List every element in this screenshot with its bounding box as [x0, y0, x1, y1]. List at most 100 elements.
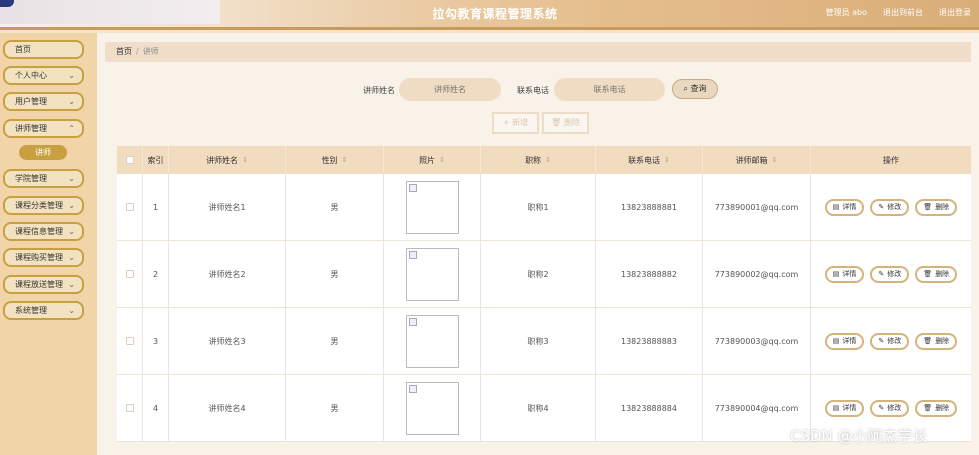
sidebar-item-system[interactable]: 系统管理 ⌄ — [3, 301, 84, 320]
column-index: 索引 — [143, 146, 169, 174]
row-checkbox-cell — [117, 174, 143, 240]
cell-phone: 13823888884 — [596, 375, 703, 441]
phone-input[interactable] — [554, 78, 665, 101]
sidebar-item-label: 用户管理 — [15, 97, 47, 106]
sidebar-item-course-purchase[interactable]: 课程购买管理 ⌄ — [3, 248, 84, 267]
table-header: 索引 讲师姓名 ⇕ 性别 ⇕ 照片 ⇕ 职称 ⇕ 联系电话 ⇕ 讲师邮箱 ⇕ 操作 — [117, 146, 971, 174]
edit-button[interactable]: ✎ 修改 — [870, 399, 910, 417]
chevron-down-icon: ⌄ — [68, 280, 75, 289]
phone-label: 联系电话 — [517, 86, 549, 95]
column-phone[interactable]: 联系电话 ⇕ — [596, 146, 703, 174]
exit-front-link[interactable]: 退出到前台 — [883, 7, 923, 18]
cell-gender: 男 — [286, 174, 384, 240]
delete-button[interactable]: 🗑 删除 — [915, 265, 958, 283]
detail-label: 详情 — [842, 270, 857, 278]
column-label: 讲师姓名 — [206, 155, 239, 165]
add-button[interactable]: + 新增 — [492, 112, 539, 134]
column-title[interactable]: 职称 ⇕ — [481, 146, 596, 174]
breadcrumb-current: 讲师 — [142, 47, 159, 56]
breadcrumb-separator: / — [136, 47, 139, 56]
column-gender[interactable]: 性别 ⇕ — [286, 146, 384, 174]
row-checkbox[interactable] — [125, 270, 134, 278]
teacher-photo — [405, 180, 459, 234]
delete-label: 删除 — [935, 270, 950, 278]
sidebar-subitem-teacher[interactable]: 讲师 — [19, 145, 67, 160]
delete-button[interactable]: 🗑 删除 — [915, 332, 958, 350]
sidebar-item-teachers[interactable]: 讲师管理 ⌃ — [3, 119, 84, 138]
sidebar-item-profile[interactable]: 个人中心 ⌄ — [3, 66, 84, 85]
top-header: 拉勾教育课程管理系统 管理员 abo 退出到前台 退出登录 — [0, 0, 979, 30]
select-all-checkbox[interactable] — [125, 156, 134, 164]
trash-icon: 🗑 — [923, 337, 933, 345]
chevron-down-icon: ⌄ — [68, 306, 75, 315]
broken-image-icon — [408, 183, 417, 192]
cell-name: 讲师姓名2 — [169, 241, 286, 307]
trash-icon: 🗑 — [923, 270, 933, 278]
column-name[interactable]: 讲师姓名 ⇕ — [169, 146, 286, 174]
edit-icon: ✎ — [878, 270, 885, 278]
teacher-name-label: 讲师姓名 — [363, 86, 395, 95]
logout-link[interactable]: 退出登录 — [939, 7, 971, 18]
logo — [0, 0, 220, 24]
edit-label: 修改 — [887, 404, 902, 412]
row-checkbox[interactable] — [125, 404, 134, 412]
cell-gender: 男 — [286, 308, 384, 374]
detail-button[interactable]: ▤ 详情 — [824, 332, 865, 350]
cell-title: 职称4 — [481, 375, 596, 441]
edit-label: 修改 — [887, 203, 902, 211]
edit-label: 修改 — [887, 337, 902, 345]
delete-button[interactable]: 🗑 删除 — [915, 399, 958, 417]
cell-title: 职称2 — [481, 241, 596, 307]
cell-name: 讲师姓名1 — [169, 174, 286, 240]
edit-button[interactable]: ✎ 修改 — [870, 332, 910, 350]
edit-button[interactable]: ✎ 修改 — [870, 265, 910, 283]
batch-delete-button[interactable]: 🗑 删除 — [542, 112, 589, 134]
column-label: 照片 — [419, 155, 436, 165]
trash-icon: 🗑 — [923, 203, 933, 211]
column-photo[interactable]: 照片 ⇕ — [384, 146, 481, 174]
sidebar-item-course-categories[interactable]: 课程分类管理 ⌄ — [3, 196, 84, 215]
detail-button[interactable]: ▤ 详情 — [824, 399, 865, 417]
teacher-photo — [405, 381, 459, 435]
edit-icon: ✎ — [878, 404, 885, 412]
edit-button[interactable]: ✎ 修改 — [870, 198, 910, 216]
main-content: 首页 /讲师 讲师姓名 联系电话 ⌕ 查询 + 新增 🗑 删除 索引 讲师姓名⇕ … — [97, 33, 979, 455]
sidebar-item-home[interactable]: 首页 — [3, 40, 84, 59]
cell-title: 职称3 — [481, 308, 596, 374]
column-email[interactable]: 讲师邮箱 ⇕ — [703, 146, 811, 174]
cell-photo — [384, 308, 481, 374]
broken-image-icon — [408, 317, 417, 326]
delete-label: 删除 — [935, 203, 950, 211]
breadcrumb-home[interactable]: 首页 — [116, 47, 132, 56]
table-row: 2 讲师姓名2 男 职称2 13823888882 773890002@qq.c… — [117, 241, 971, 308]
query-button[interactable]: ⌕ 查询 — [672, 79, 718, 99]
detail-button[interactable]: ▤ 详情 — [824, 198, 865, 216]
sort-icon: ⇕ — [341, 156, 348, 164]
detail-icon: ▤ — [832, 270, 840, 278]
sidebar-item-course-broadcast[interactable]: 课程放送管理 ⌄ — [3, 275, 84, 294]
sidebar-item-users[interactable]: 用户管理 ⌄ — [3, 92, 84, 111]
teacher-photo — [405, 247, 459, 301]
teacher-name-input[interactable] — [399, 78, 501, 101]
row-checkbox[interactable] — [125, 203, 134, 211]
cell-phone: 13823888882 — [596, 241, 703, 307]
sidebar-item-label: 首页 — [15, 45, 31, 54]
cell-photo — [384, 375, 481, 441]
chevron-up-icon: ⌃ — [68, 124, 75, 133]
delete-label: 删除 — [935, 337, 950, 345]
row-checkbox-cell — [117, 375, 143, 441]
cell-phone: 13823888881 — [596, 174, 703, 240]
logo-mark — [0, 0, 14, 7]
cell-index: 1 — [143, 174, 169, 240]
detail-button[interactable]: ▤ 详情 — [824, 265, 865, 283]
header-actions: 管理员 abo 退出到前台 退出登录 — [826, 7, 971, 18]
sort-icon: ⇕ — [439, 156, 445, 164]
delete-button[interactable]: 🗑 删除 — [915, 198, 958, 216]
chevron-down-icon: ⌄ — [68, 174, 75, 183]
row-checkbox[interactable] — [125, 337, 134, 345]
sidebar-item-colleges[interactable]: 学院管理 ⌄ — [3, 169, 84, 188]
trash-icon: 🗑 — [551, 118, 562, 127]
cell-title: 职称1 — [481, 174, 596, 240]
sidebar-item-course-info[interactable]: 课程信息管理 ⌄ — [3, 222, 84, 241]
sidebar-item-label: 课程分类管理 — [15, 201, 63, 210]
